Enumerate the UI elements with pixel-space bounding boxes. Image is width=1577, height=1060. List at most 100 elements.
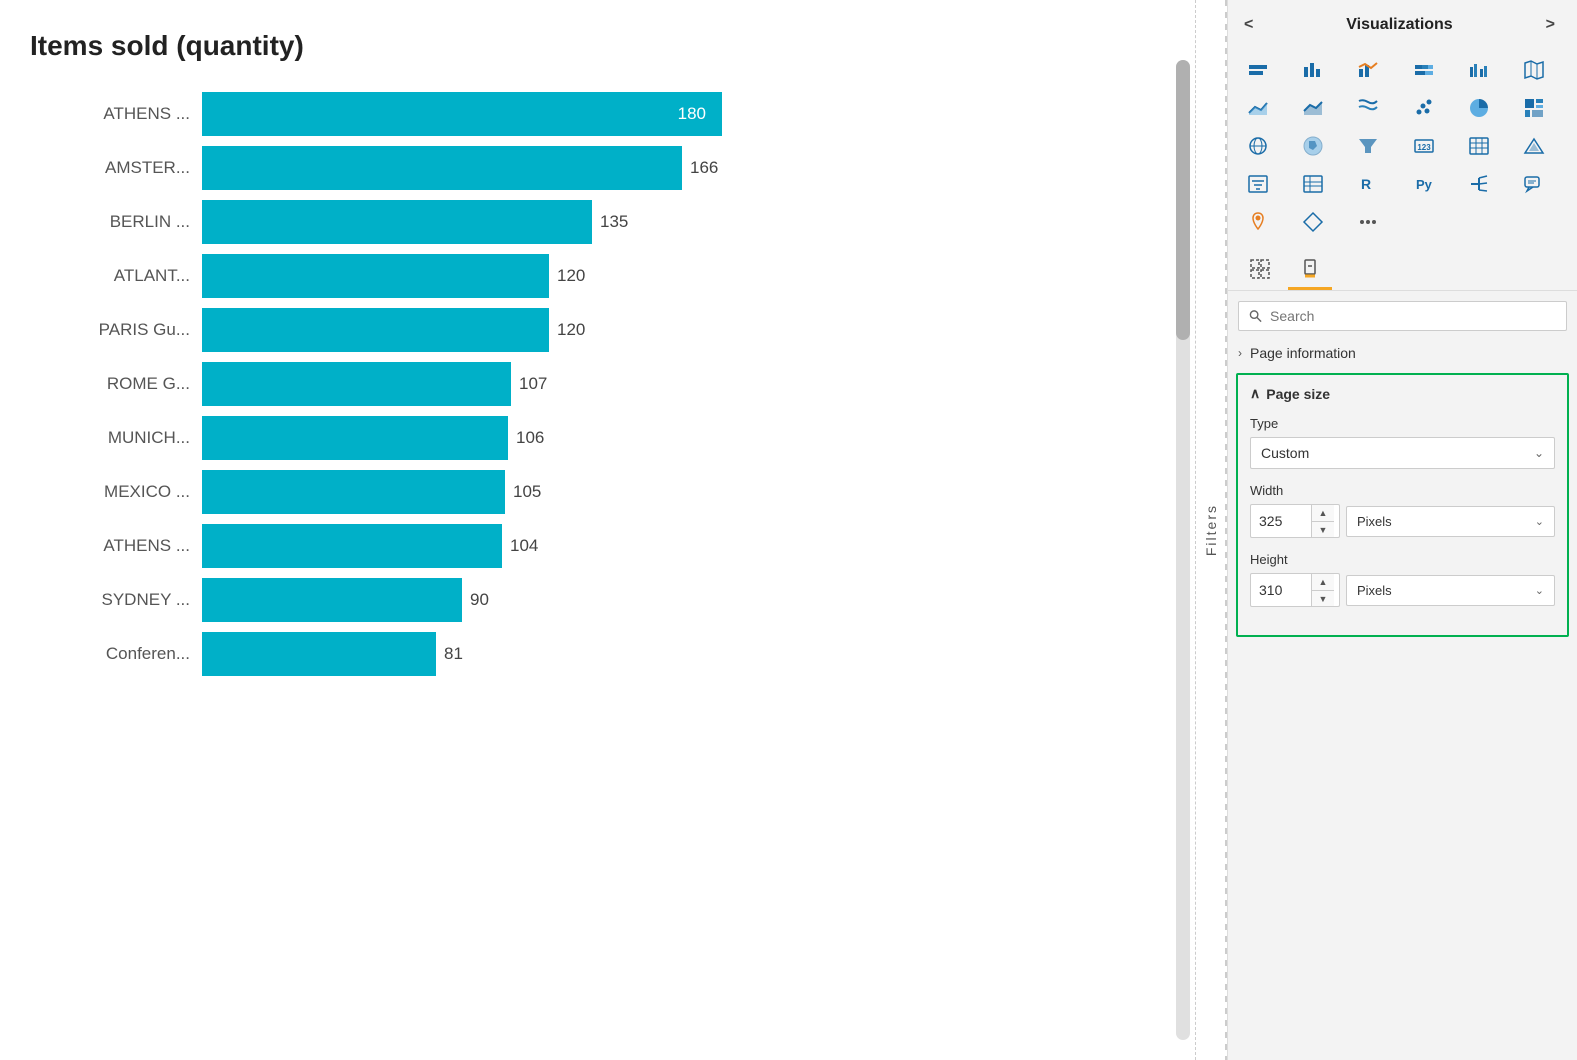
bar: [202, 362, 511, 406]
viz-panel-title: Visualizations: [1346, 16, 1452, 34]
bar-container: 180: [202, 92, 1125, 136]
icon-number-card[interactable]: 123: [1404, 128, 1444, 164]
bar-label: ATLANT...: [30, 266, 190, 286]
icon-python[interactable]: Py: [1404, 166, 1444, 202]
tab-fields[interactable]: [1238, 250, 1282, 290]
icon-globe[interactable]: [1238, 128, 1278, 164]
height-field-group: Height ▲ ▼ Pixels ⌄: [1250, 552, 1555, 607]
bar-value: 166: [690, 158, 718, 178]
page-information-header[interactable]: › Page information: [1228, 337, 1577, 369]
scrollbar-track[interactable]: [1176, 60, 1190, 1040]
icon-table[interactable]: [1459, 128, 1499, 164]
page-size-chevron: ∧: [1250, 385, 1260, 402]
bar-container: 81: [202, 632, 1125, 676]
scrollbar-thumb[interactable]: [1176, 60, 1190, 340]
type-chevron-down-icon: ⌄: [1534, 446, 1544, 460]
type-dropdown[interactable]: Custom ⌄: [1250, 437, 1555, 469]
bar-container: 104: [202, 524, 1125, 568]
bar-row: BERLIN ... 135: [30, 200, 1125, 244]
icon-ribbon-chart[interactable]: [1348, 90, 1388, 126]
icon-r-script[interactable]: R: [1348, 166, 1388, 202]
icon-more-visuals[interactable]: [1348, 204, 1388, 240]
bar-row: ROME G... 107: [30, 362, 1125, 406]
bar-row: ATHENS ...104: [30, 524, 1125, 568]
icon-area-chart-2[interactable]: [1293, 90, 1333, 126]
bar: 180: [202, 92, 722, 136]
bar-row: AMSTER...166: [30, 146, 1125, 190]
bar-label: MEXICO ...: [30, 482, 190, 502]
height-increment-btn[interactable]: ▲: [1312, 574, 1334, 590]
height-input[interactable]: [1251, 576, 1311, 604]
svg-text:R: R: [1361, 176, 1371, 192]
page-information-label: Page information: [1250, 345, 1356, 361]
bar: [202, 146, 682, 190]
bar-value: 106: [516, 428, 544, 448]
icon-pie-chart[interactable]: [1459, 90, 1499, 126]
search-icon: [1249, 309, 1262, 323]
bar-label: SYDNEY ...: [30, 590, 190, 610]
bar-label: ROME G...: [30, 374, 190, 394]
bar: [202, 470, 505, 514]
width-input[interactable]: [1251, 507, 1311, 535]
bar-label: ATHENS ...: [30, 104, 190, 124]
icon-stacked-bar[interactable]: [1238, 52, 1278, 88]
bar: [202, 254, 549, 298]
bar: [202, 632, 436, 676]
icon-line-bar-chart[interactable]: [1348, 52, 1388, 88]
icon-funnel[interactable]: [1348, 128, 1388, 164]
height-decrement-btn[interactable]: ▼: [1312, 590, 1334, 606]
icon-clustered-bar[interactable]: [1459, 52, 1499, 88]
bar-row: MEXICO ... 105: [30, 470, 1125, 514]
bar-value: 81: [444, 644, 463, 664]
bar: [202, 200, 592, 244]
bar-container: 120: [202, 308, 1125, 352]
bar-container: 166: [202, 146, 1125, 190]
width-unit-label: Pixels: [1357, 514, 1392, 529]
nav-right-arrow[interactable]: >: [1540, 14, 1561, 36]
icon-pin-map[interactable]: [1238, 204, 1278, 240]
width-dimension-row: ▲ ▼ Pixels ⌄: [1250, 504, 1555, 538]
bar-container: 135: [202, 200, 1125, 244]
icon-smart-narrative[interactable]: [1514, 166, 1554, 202]
nav-left-arrow[interactable]: <: [1238, 14, 1259, 36]
icon-triangle-indicator[interactable]: [1514, 128, 1554, 164]
icon-filter-viz[interactable]: [1238, 166, 1278, 202]
bar-container: 105: [202, 470, 1125, 514]
height-unit-select[interactable]: Pixels ⌄: [1346, 575, 1555, 606]
tab-format[interactable]: [1288, 250, 1332, 290]
bar-label: PARIS Gu...: [30, 320, 190, 340]
icon-area-chart[interactable]: [1238, 90, 1278, 126]
bar: [202, 308, 549, 352]
bar-label: BERLIN ...: [30, 212, 190, 232]
height-input-group: ▲ ▼: [1250, 573, 1340, 607]
filters-sidebar-container: Filters: [1195, 0, 1225, 1060]
page-info-chevron: ›: [1238, 346, 1242, 360]
icon-decomp-tree[interactable]: [1459, 166, 1499, 202]
width-unit-select[interactable]: Pixels ⌄: [1346, 506, 1555, 537]
search-input[interactable]: [1270, 308, 1556, 324]
icon-map-chart[interactable]: [1514, 52, 1554, 88]
viz-panel: < Visualizations >: [1227, 0, 1577, 1060]
viz-icon-grid: 123 R Py: [1228, 46, 1577, 246]
icon-treemap[interactable]: [1514, 90, 1554, 126]
height-spinner: ▲ ▼: [1311, 574, 1334, 606]
page-size-header[interactable]: ∧ Page size: [1250, 385, 1555, 402]
bar-container: 107: [202, 362, 1125, 406]
search-box[interactable]: [1238, 301, 1567, 331]
icon-bar-chart[interactable]: [1293, 52, 1333, 88]
icon-100pct-bar[interactable]: [1404, 52, 1444, 88]
width-field-group: Width ▲ ▼ Pixels ⌄: [1250, 483, 1555, 538]
width-decrement-btn[interactable]: ▼: [1312, 521, 1334, 537]
filters-label: Filters: [1203, 504, 1219, 556]
icon-scatter-chart[interactable]: [1404, 90, 1444, 126]
type-field-group: Type Custom ⌄: [1250, 416, 1555, 469]
icon-diamond-shape[interactable]: [1293, 204, 1333, 240]
icon-filled-map[interactable]: [1293, 128, 1333, 164]
bar-container: 120: [202, 254, 1125, 298]
bar-value: 120: [557, 266, 585, 286]
bar-row: Conferen...81: [30, 632, 1125, 676]
width-increment-btn[interactable]: ▲: [1312, 505, 1334, 521]
icon-matrix[interactable]: [1293, 166, 1333, 202]
bar-value: 135: [600, 212, 628, 232]
height-label: Height: [1250, 552, 1555, 567]
